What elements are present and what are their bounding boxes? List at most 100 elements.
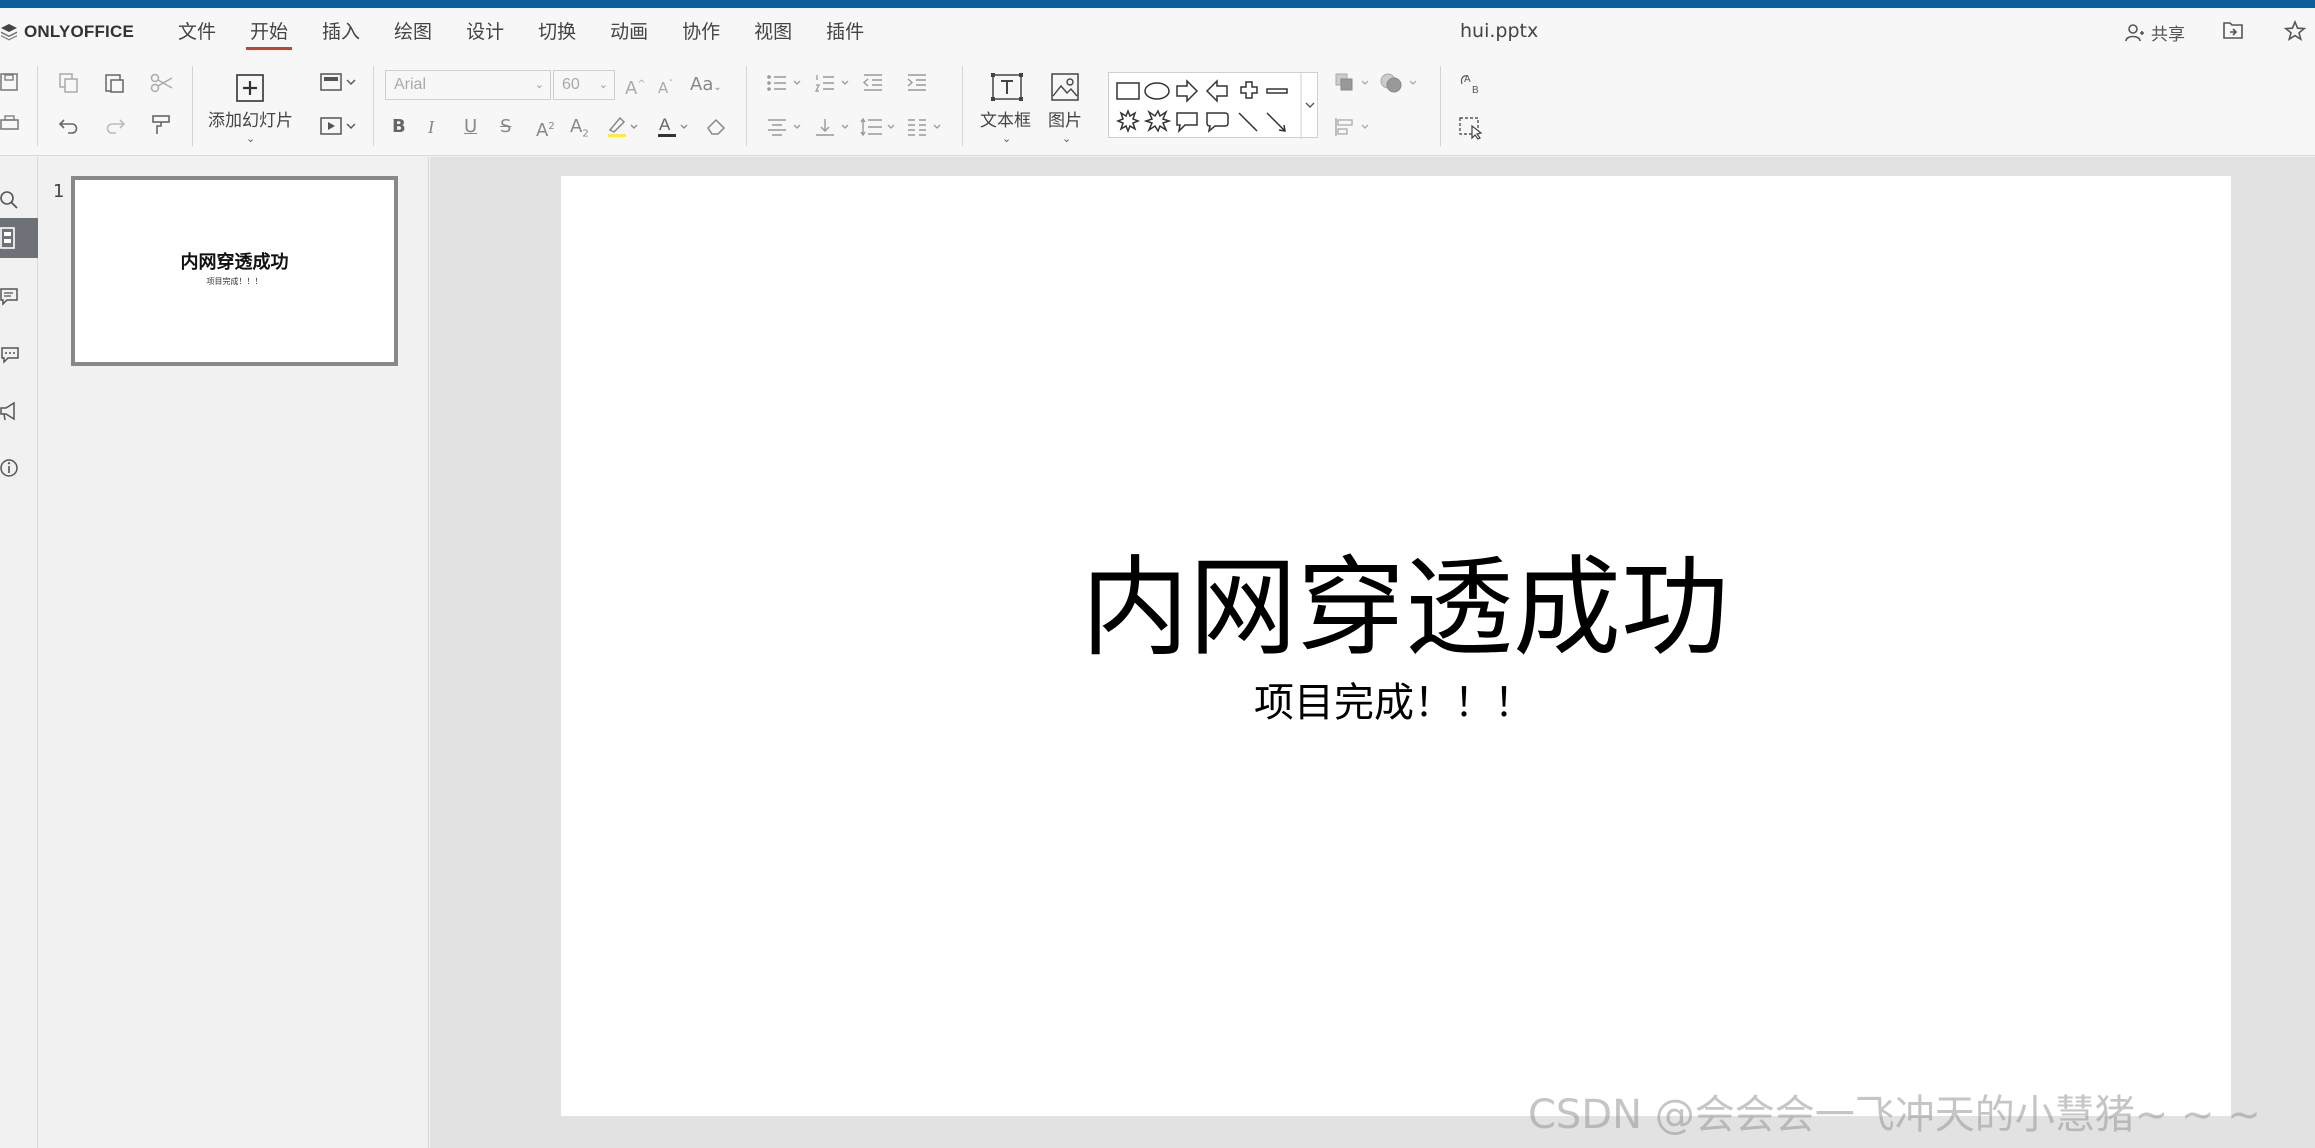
- chevron-down-icon: ⌄: [534, 79, 544, 91]
- comments-button[interactable]: [0, 277, 38, 317]
- slides-icon: [0, 227, 15, 249]
- slide-thumbnail[interactable]: 内网穿透成功 项目完成！！！: [71, 176, 398, 366]
- undo-icon[interactable]: [58, 114, 80, 142]
- shapes-gallery[interactable]: [1108, 72, 1318, 139]
- font-name-combo[interactable]: Arial ⌄: [385, 70, 551, 100]
- print-icon[interactable]: [0, 114, 20, 140]
- arrange-icon[interactable]: [1334, 72, 1374, 100]
- document-title: hui.pptx: [1460, 20, 1539, 42]
- chevron-down-icon: ⌄: [598, 79, 608, 91]
- open-location-icon[interactable]: [2222, 20, 2244, 42]
- numbering-icon[interactable]: [814, 72, 854, 100]
- align-shapes-icon[interactable]: [1334, 116, 1374, 144]
- bold-icon[interactable]: B: [392, 116, 406, 138]
- tab-draw[interactable]: 绘图: [394, 16, 432, 48]
- subscript-icon[interactable]: A2: [570, 116, 589, 146]
- redo-icon[interactable]: [104, 114, 126, 142]
- app-name: ONLYOFFICE: [24, 22, 134, 41]
- chevron-down-icon: [1305, 102, 1315, 108]
- plus-shape-icon: [1240, 81, 1258, 99]
- right-arrow-shape-icon: [1176, 79, 1199, 103]
- increase-font-icon[interactable]: A^: [625, 74, 646, 100]
- clear-style-eraser-icon[interactable]: [704, 114, 728, 144]
- slide-title[interactable]: 内网穿透成功: [1081, 521, 2081, 677]
- rectangle-shape-icon: [1116, 82, 1140, 100]
- search-icon: [0, 191, 18, 209]
- font-size-value: 60: [562, 76, 580, 93]
- tab-home[interactable]: 开始: [246, 16, 293, 50]
- toolbar-separator: [192, 66, 193, 146]
- share-button[interactable]: 共享: [2125, 20, 2185, 45]
- line-spacing-icon[interactable]: [860, 116, 900, 144]
- font-size-combo[interactable]: 60 ⌄: [553, 70, 615, 100]
- slide-number: 1: [53, 181, 65, 202]
- bullets-icon[interactable]: [766, 72, 806, 100]
- tab-animation[interactable]: 动画: [610, 16, 648, 48]
- start-slideshow-icon[interactable]: [320, 116, 356, 142]
- share-label: 共享: [2151, 25, 2185, 45]
- chevron-down-icon[interactable]: ⌄: [246, 128, 255, 150]
- font-color-icon[interactable]: A: [656, 114, 692, 144]
- onlyoffice-logo-icon: [0, 23, 18, 41]
- line-shape-icon: [1238, 112, 1258, 132]
- add-slide-plus-icon[interactable]: [236, 74, 264, 108]
- chat-icon: [1, 347, 19, 364]
- comment-icon: [0, 288, 18, 306]
- underline-icon[interactable]: U: [464, 116, 477, 138]
- replace-icon[interactable]: AB: [1458, 72, 1484, 102]
- menu-tabs: 文件 开始 插入 绘图 设计 切换 动画 协作 视图 插件: [178, 16, 898, 50]
- image-icon[interactable]: [1050, 72, 1080, 108]
- strikethrough-icon[interactable]: S: [500, 116, 511, 138]
- tab-collaboration[interactable]: 协作: [682, 16, 720, 48]
- slide-layout-icon[interactable]: [320, 72, 356, 98]
- megaphone-icon: [0, 401, 15, 421]
- change-case-icon[interactable]: Aa⌄: [690, 74, 722, 99]
- increase-indent-icon[interactable]: [906, 72, 928, 100]
- copy-icon[interactable]: [58, 72, 80, 100]
- tab-plugins[interactable]: 插件: [826, 16, 864, 48]
- tab-view[interactable]: 视图: [754, 16, 792, 48]
- paste-icon[interactable]: [104, 72, 126, 100]
- columns-icon[interactable]: [906, 116, 946, 144]
- toolbar: 添加幻灯片 ⌄ Arial ⌄ 60 ⌄ A^ Aˇ Aa⌄ B I U S A…: [0, 54, 2315, 156]
- minus-shape-icon: [1266, 88, 1288, 94]
- vertical-align-icon[interactable]: [814, 116, 854, 144]
- tab-file[interactable]: 文件: [178, 16, 216, 48]
- highlight-color-icon[interactable]: [606, 114, 642, 144]
- merge-shapes-icon[interactable]: [1380, 72, 1420, 100]
- rounded-callout-shape-icon: [1206, 112, 1229, 133]
- textbox-icon[interactable]: [990, 72, 1024, 108]
- italic-icon[interactable]: I: [428, 116, 434, 138]
- tab-insert[interactable]: 插入: [322, 16, 360, 48]
- explosion-shape-icon: [1115, 108, 1141, 134]
- svg-text:B: B: [1472, 85, 1479, 96]
- rect-callout-shape-icon: [1176, 112, 1198, 134]
- chevron-down-icon[interactable]: ⌄: [1002, 128, 1011, 150]
- format-painter-icon[interactable]: [150, 114, 172, 142]
- watermark: CSDN @会会会一飞冲天的小慧猪~ ~ ~: [1528, 1092, 2261, 1138]
- chevron-down-icon[interactable]: ⌄: [1062, 128, 1071, 150]
- tab-design[interactable]: 设计: [466, 16, 504, 48]
- favorite-star-icon[interactable]: [2283, 19, 2307, 42]
- toolbar-separator: [37, 66, 38, 146]
- superscript-icon[interactable]: A2: [536, 116, 555, 142]
- arrow-line-shape-icon: [1266, 112, 1286, 132]
- toolbar-separator: [962, 66, 963, 146]
- cut-icon[interactable]: [150, 72, 174, 100]
- user-share-icon: [2125, 23, 2144, 41]
- save-icon[interactable]: [0, 72, 20, 98]
- tab-transitions[interactable]: 切换: [538, 16, 576, 48]
- slides-panel-button[interactable]: [0, 218, 38, 258]
- decrease-indent-icon[interactable]: [862, 72, 884, 100]
- search-button[interactable]: [0, 181, 38, 221]
- decrease-font-icon[interactable]: Aˇ: [658, 74, 673, 99]
- about-button[interactable]: [0, 448, 38, 488]
- slide-canvas[interactable]: 内网穿透成功 项目完成！！！: [561, 176, 2231, 1116]
- explosion2-shape-icon: [1143, 109, 1172, 133]
- horizontal-align-icon[interactable]: [766, 116, 806, 144]
- select-all-icon[interactable]: [1458, 116, 1484, 146]
- slide-subtitle[interactable]: 项目完成！！！: [1254, 670, 1854, 728]
- chat-button[interactable]: [0, 334, 38, 374]
- feedback-button[interactable]: [0, 391, 38, 431]
- thumbnail-title: 内网穿透成功: [180, 252, 289, 273]
